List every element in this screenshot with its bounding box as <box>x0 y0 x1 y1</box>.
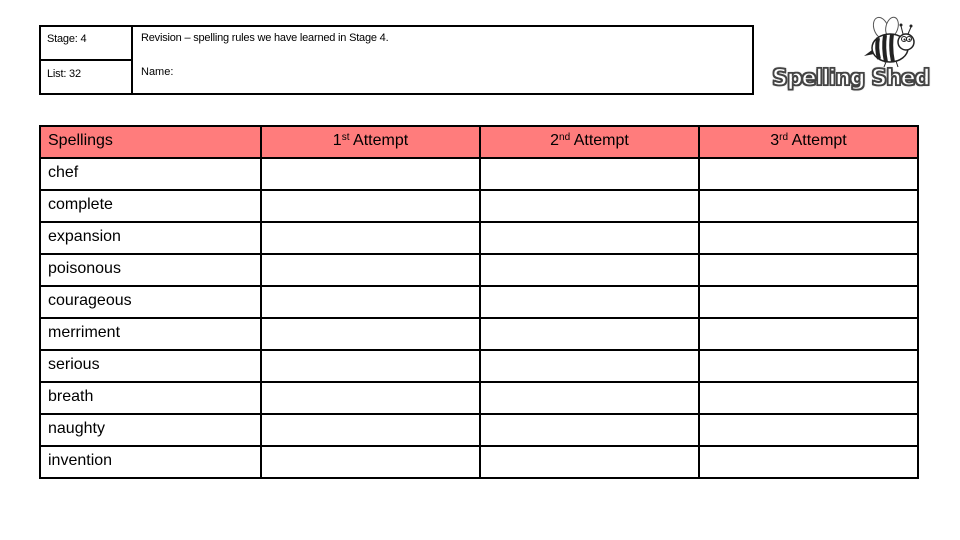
spelling-word: breath <box>39 381 262 415</box>
table-row: courageous <box>39 285 919 319</box>
attempt-1-cell[interactable] <box>260 221 481 255</box>
attempt-2-cell[interactable] <box>479 317 700 351</box>
table-row: invention <box>39 445 919 479</box>
attempt-1-cell[interactable] <box>260 445 481 479</box>
attempt-3-cell[interactable] <box>698 349 919 383</box>
table-header-row: Spellings 1st Attempt 2nd Attempt 3rd At… <box>39 125 919 159</box>
spelling-word: courageous <box>39 285 262 319</box>
attempt-3-cell[interactable] <box>698 445 919 479</box>
table-row: complete <box>39 189 919 223</box>
attempt-1-cell[interactable] <box>260 285 481 319</box>
attempt-2-cell[interactable] <box>479 285 700 319</box>
spelling-word: merriment <box>39 317 262 351</box>
attempt-2-cell[interactable] <box>479 349 700 383</box>
attempt-num: 1 <box>332 132 342 149</box>
attempt-1-cell[interactable] <box>260 157 481 191</box>
spelling-word: chef <box>39 157 262 191</box>
spelling-word: complete <box>39 189 262 223</box>
attempt-2-cell[interactable] <box>479 413 700 447</box>
spelling-word: invention <box>39 445 262 479</box>
word-rows: chef complete expansion poisonous courageous… <box>39 157 919 479</box>
attempt-1-cell[interactable] <box>260 189 481 223</box>
attempt-2-cell[interactable] <box>479 189 700 223</box>
attempt-label: Attempt <box>788 132 847 149</box>
spelling-word: naughty <box>39 413 262 447</box>
logo-text: Spelling Shed <box>771 65 931 92</box>
header-attempt-1: 1st Attempt <box>260 125 481 159</box>
spelling-shed-logo: Spelling Shed <box>768 12 933 98</box>
attempt-2-cell[interactable] <box>479 221 700 255</box>
table-row: expansion <box>39 221 919 255</box>
attempt-num: 2 <box>550 132 560 149</box>
attempt-3-cell[interactable] <box>698 381 919 415</box>
name-field-label: Name: <box>141 66 174 78</box>
attempt-2-cell[interactable] <box>479 253 700 287</box>
attempt-1-cell[interactable] <box>260 413 481 447</box>
attempt-3-cell[interactable] <box>698 221 919 255</box>
table-row: breath <box>39 381 919 415</box>
attempt-1-cell[interactable] <box>260 253 481 287</box>
worksheet-title: Revision – spelling rules we have learne… <box>141 32 389 44</box>
attempt-2-cell[interactable] <box>479 381 700 415</box>
table-row: poisonous <box>39 253 919 287</box>
table-row: naughty <box>39 413 919 447</box>
attempt-2-cell[interactable] <box>479 157 700 191</box>
list-label: List: 32 <box>47 68 81 80</box>
attempt-3-cell[interactable] <box>698 413 919 447</box>
info-box: Stage: 4 List: 32 Revision – spelling ru… <box>39 25 754 95</box>
spelling-table: Spellings 1st Attempt 2nd Attempt 3rd At… <box>39 125 919 479</box>
bee-icon <box>864 16 915 68</box>
attempt-ordinal: nd <box>559 132 571 143</box>
table-row: chef <box>39 157 919 191</box>
spelling-word: expansion <box>39 221 262 255</box>
attempt-label: Attempt <box>349 132 409 149</box>
table-row: merriment <box>39 317 919 351</box>
attempt-num: 3 <box>770 132 780 149</box>
header-spellings: Spellings <box>39 125 262 159</box>
attempt-3-cell[interactable] <box>698 189 919 223</box>
spelling-word: poisonous <box>39 253 262 287</box>
info-right-column: Revision – spelling rules we have learne… <box>133 27 752 93</box>
attempt-2-cell[interactable] <box>479 445 700 479</box>
attempt-1-cell[interactable] <box>260 381 481 415</box>
stage-label: Stage: 4 <box>41 27 131 61</box>
header-attempt-3: 3rd Attempt <box>698 125 919 159</box>
attempt-3-cell[interactable] <box>698 317 919 351</box>
attempt-ordinal: rd <box>779 132 789 143</box>
table-row: serious <box>39 349 919 383</box>
attempt-1-cell[interactable] <box>260 349 481 383</box>
header-attempt-2: 2nd Attempt <box>479 125 700 159</box>
attempt-1-cell[interactable] <box>260 317 481 351</box>
attempt-3-cell[interactable] <box>698 157 919 191</box>
spelling-word: serious <box>39 349 262 383</box>
attempt-3-cell[interactable] <box>698 253 919 287</box>
info-left-column: Stage: 4 List: 32 <box>41 27 133 93</box>
attempt-label: Attempt <box>570 132 629 149</box>
attempt-3-cell[interactable] <box>698 285 919 319</box>
